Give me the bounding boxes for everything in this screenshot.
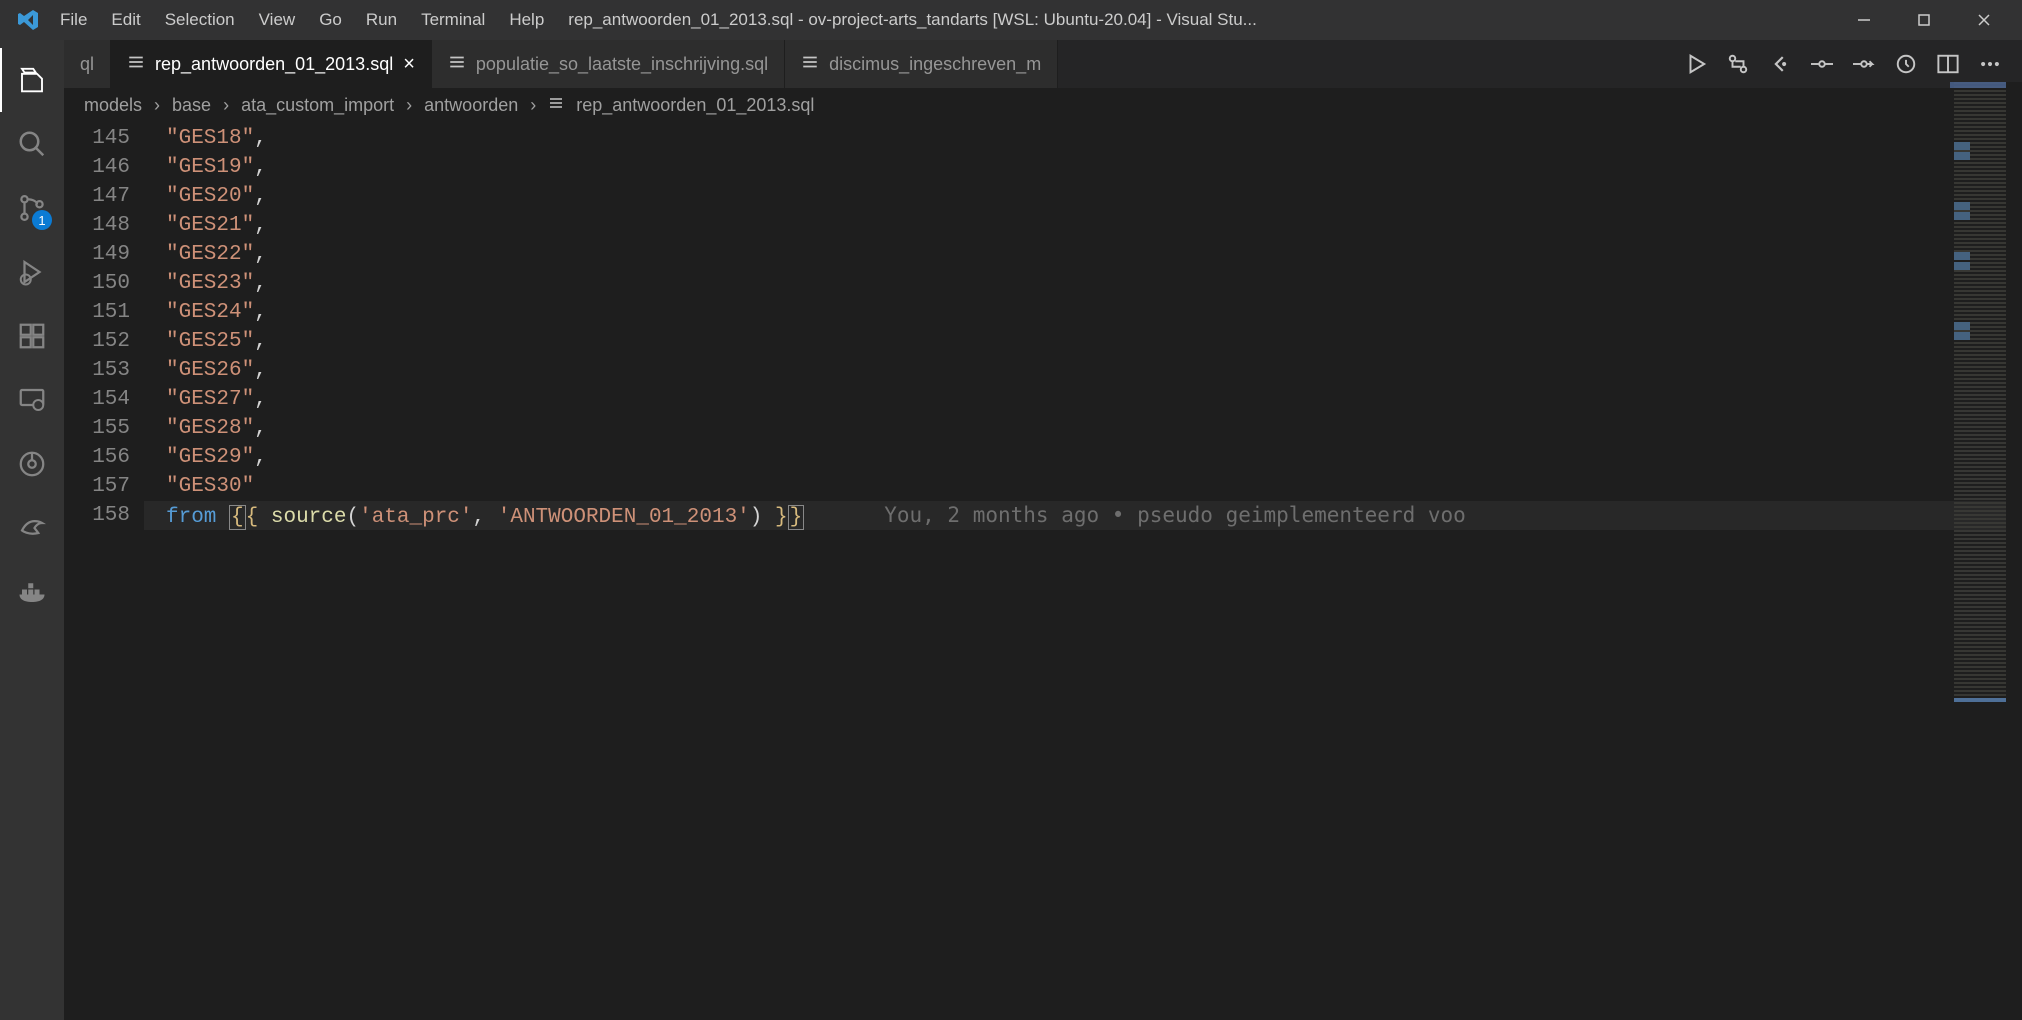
menu-terminal[interactable]: Terminal [409, 4, 497, 36]
source-control-activity[interactable]: 1 [0, 176, 64, 240]
line-number: 156 [64, 443, 144, 472]
more-actions-icon[interactable] [1976, 50, 2004, 78]
code-line[interactable]: "GES21", [144, 211, 2022, 240]
run-icon[interactable] [1682, 50, 1710, 78]
code-line[interactable]: "GES27", [144, 385, 2022, 414]
code-content[interactable]: "GES18","GES19","GES20","GES21","GES22",… [144, 122, 2022, 1020]
tab-label: rep_antwoorden_01_2013.sql [155, 54, 393, 75]
activity-bar: 1 [0, 40, 64, 1020]
line-number: 147 [64, 182, 144, 211]
menu-run[interactable]: Run [354, 4, 409, 36]
code-line[interactable]: "GES28", [144, 414, 2022, 443]
code-line[interactable]: "GES23", [144, 269, 2022, 298]
chevron-right-icon: › [406, 95, 412, 116]
tab-label: ql [80, 54, 94, 75]
line-number: 150 [64, 269, 144, 298]
line-number: 154 [64, 385, 144, 414]
close-button[interactable] [1954, 0, 2014, 40]
main-layout: 1 ql rep_antwo [0, 40, 2022, 1020]
editor-actions [1664, 40, 2022, 88]
explorer-activity[interactable] [0, 48, 64, 112]
code-line[interactable]: "GES25", [144, 327, 2022, 356]
code-line[interactable]: "GES18", [144, 124, 2022, 153]
sql-file-icon [548, 95, 564, 116]
line-number: 155 [64, 414, 144, 443]
crumb-0[interactable]: models [84, 95, 142, 116]
tab-2[interactable]: populatie_so_laatste_inschrijving.sql [432, 40, 785, 88]
chevron-right-icon: › [223, 95, 229, 116]
code-line[interactable]: from {{ source('ata_prc', 'ANTWOORDEN_01… [144, 501, 2022, 530]
line-number: 158 [64, 501, 144, 530]
line-number: 146 [64, 153, 144, 182]
menu-view[interactable]: View [247, 4, 308, 36]
split-editor-icon[interactable] [1934, 50, 1962, 78]
menu-selection[interactable]: Selection [153, 4, 247, 36]
share-activity[interactable] [0, 496, 64, 560]
history-icon[interactable] [1892, 50, 1920, 78]
breadcrumb[interactable]: models › base › ata_custom_import › antw… [64, 88, 2022, 122]
line-number: 152 [64, 327, 144, 356]
close-tab-icon[interactable]: × [403, 53, 415, 76]
menu-edit[interactable]: Edit [99, 4, 152, 36]
minimize-button[interactable] [1834, 0, 1894, 40]
crumb-1[interactable]: base [172, 95, 211, 116]
vertical-scrollbar[interactable] [2006, 82, 2022, 1020]
tab-label: discimus_ingeschreven_m [829, 54, 1041, 75]
commit-next-icon[interactable] [1850, 50, 1878, 78]
editor-tabs: ql rep_antwoorden_01_2013.sql × populati… [64, 40, 2022, 88]
line-number: 149 [64, 240, 144, 269]
sql-file-icon [448, 53, 466, 76]
editor-area: ql rep_antwoorden_01_2013.sql × populati… [64, 40, 2022, 1020]
crumb-2[interactable]: ata_custom_import [241, 95, 394, 116]
tab-1[interactable]: rep_antwoorden_01_2013.sql × [111, 40, 432, 88]
run-debug-activity[interactable] [0, 240, 64, 304]
menu-help[interactable]: Help [497, 4, 556, 36]
title-bar: File Edit Selection View Go Run Terminal… [0, 0, 2022, 40]
line-number: 148 [64, 211, 144, 240]
commit-prev-icon[interactable] [1808, 50, 1836, 78]
maximize-button[interactable] [1894, 0, 1954, 40]
extensions-activity[interactable] [0, 304, 64, 368]
remote-explorer-activity[interactable] [0, 368, 64, 432]
line-number: 157 [64, 472, 144, 501]
editor-body[interactable]: 1451461471481491501511521531541551561571… [64, 122, 2022, 1020]
docker-activity[interactable] [0, 560, 64, 624]
chevron-right-icon: › [154, 95, 160, 116]
vscode-logo-icon [16, 8, 40, 32]
window-controls [1834, 0, 2014, 40]
code-line[interactable]: "GES26", [144, 356, 2022, 385]
sql-file-icon [127, 53, 145, 76]
gitlens-blame: You, 2 months ago • pseudo geimplementee… [884, 501, 1466, 530]
crumb-4[interactable]: rep_antwoorden_01_2013.sql [576, 95, 814, 116]
line-number: 153 [64, 356, 144, 385]
tab-0[interactable]: ql [64, 40, 111, 88]
window-title: rep_antwoorden_01_2013.sql - ov-project-… [568, 10, 1257, 30]
line-number: 151 [64, 298, 144, 327]
git-compare-icon[interactable] [1724, 50, 1752, 78]
code-line[interactable]: "GES20", [144, 182, 2022, 211]
tab-label: populatie_so_laatste_inschrijving.sql [476, 54, 768, 75]
search-activity[interactable] [0, 112, 64, 176]
menu-bar: File Edit Selection View Go Run Terminal… [48, 4, 556, 36]
menu-file[interactable]: File [48, 4, 99, 36]
source-control-badge: 1 [32, 210, 52, 230]
code-line[interactable]: "GES29", [144, 443, 2022, 472]
code-line[interactable]: "GES22", [144, 240, 2022, 269]
line-number-gutter: 1451461471481491501511521531541551561571… [64, 122, 144, 1020]
minimap[interactable] [1954, 82, 2006, 702]
code-line[interactable]: "GES30" [144, 472, 2022, 501]
code-line[interactable]: "GES19", [144, 153, 2022, 182]
tab-3[interactable]: discimus_ingeschreven_m [785, 40, 1058, 88]
line-number: 145 [64, 124, 144, 153]
chevron-right-icon: › [530, 95, 536, 116]
gitlens-activity[interactable] [0, 432, 64, 496]
crumb-3[interactable]: antwoorden [424, 95, 518, 116]
sql-file-icon [801, 53, 819, 76]
code-line[interactable]: "GES24", [144, 298, 2022, 327]
menu-go[interactable]: Go [307, 4, 354, 36]
revert-icon[interactable] [1766, 50, 1794, 78]
